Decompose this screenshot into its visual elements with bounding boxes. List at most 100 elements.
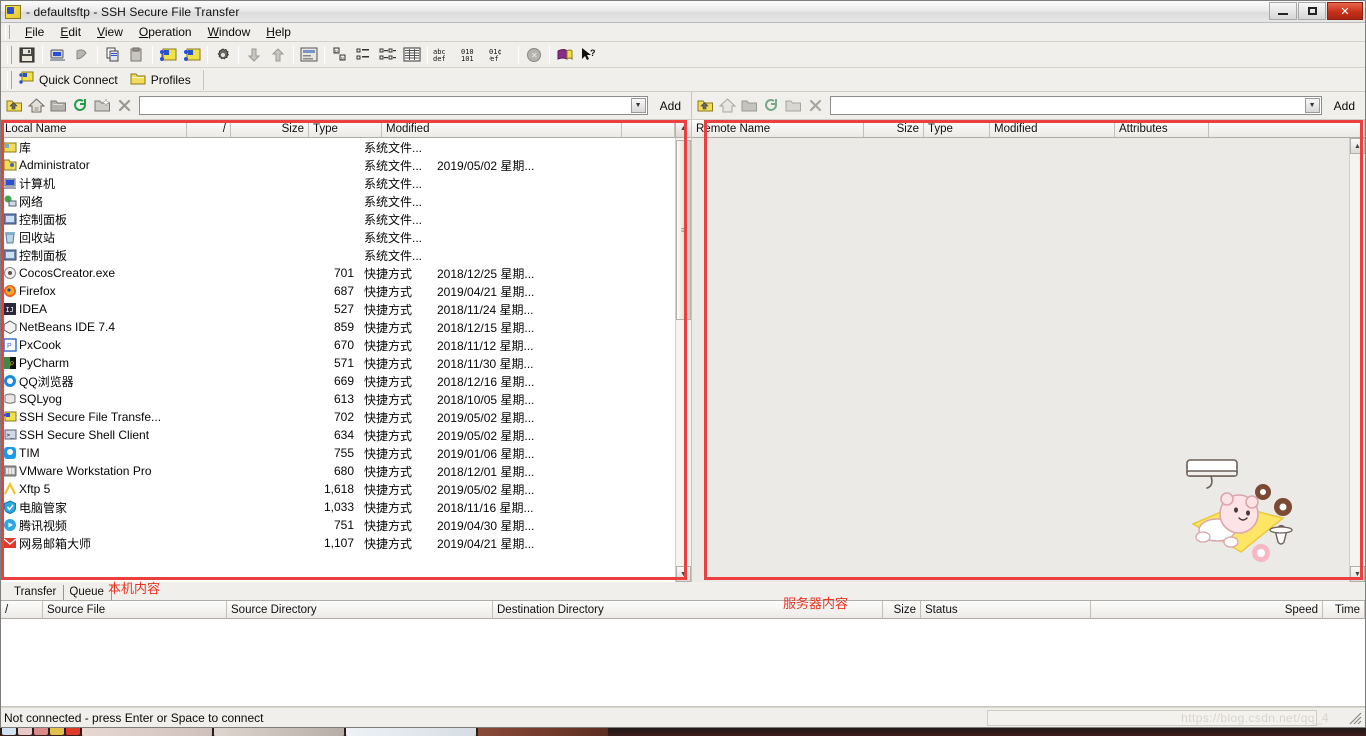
- help-book-icon[interactable]: [554, 44, 576, 65]
- transfer-list-body[interactable]: [1, 619, 1365, 707]
- restore-button[interactable]: [1298, 2, 1326, 20]
- detail-view-icon[interactable]: [401, 44, 423, 65]
- table-row[interactable]: 网络 系统文件...: [1, 192, 675, 210]
- column-header-time[interactable]: Time: [1323, 601, 1365, 618]
- home-folder-icon[interactable]: [716, 95, 738, 116]
- scrollbar-track[interactable]: [676, 138, 691, 566]
- menu-item-edit[interactable]: Edit: [52, 24, 89, 40]
- table-row[interactable]: 控制面板 系统文件...: [1, 246, 675, 264]
- column-header-remote-name[interactable]: Remote Name: [692, 120, 864, 137]
- remote-vertical-scrollbar[interactable]: ▲ ▼: [1349, 138, 1365, 582]
- column-sort-indicator[interactable]: /: [187, 120, 231, 137]
- table-row[interactable]: QQ浏览器 669 快捷方式 2018/12/16 星期...: [1, 372, 675, 390]
- column-header-index[interactable]: /: [1, 601, 43, 618]
- local-path-combo[interactable]: ▼: [139, 96, 648, 115]
- table-row[interactable]: >_ SSH Secure Shell Client 634 快捷方式 2019/05/…: [1, 426, 675, 444]
- column-header-speed[interactable]: Speed: [1091, 601, 1323, 618]
- chevron-down-icon[interactable]: ▼: [1304, 98, 1320, 113]
- new-folder-icon[interactable]: [782, 95, 804, 116]
- menu-item-file[interactable]: File: [17, 24, 52, 40]
- column-header-modified[interactable]: Modified: [382, 120, 622, 137]
- toolbar-grip[interactable]: [7, 45, 12, 64]
- table-row[interactable]: 回收站 系统文件...: [1, 228, 675, 246]
- table-row[interactable]: Administrator 系统文件... 2019/05/02 星期...: [1, 156, 675, 174]
- table-row[interactable]: SSH Secure File Transfe... 702 快捷方式 2019/05…: [1, 408, 675, 426]
- table-row[interactable]: NetBeans IDE 7.4 859 快捷方式 2018/12/15 星期...: [1, 318, 675, 336]
- new-terminal-window-icon[interactable]: [181, 44, 203, 65]
- delete-icon[interactable]: [113, 95, 135, 116]
- remote-file-list[interactable]: ▲ ▼: [692, 138, 1365, 582]
- menu-item-window[interactable]: Window: [200, 24, 259, 40]
- connectbar-grip[interactable]: [7, 70, 12, 89]
- context-help-icon[interactable]: ?: [578, 44, 600, 65]
- show-toolbar-icon[interactable]: [298, 44, 320, 65]
- paste-icon[interactable]: [126, 44, 148, 65]
- menu-item-help[interactable]: Help: [258, 24, 299, 40]
- large-icons-icon[interactable]: DD: [329, 44, 351, 65]
- table-row[interactable]: P PxCook 670 快捷方式 2018/11/12 星期...: [1, 336, 675, 354]
- up-one-level-icon[interactable]: [694, 95, 716, 116]
- save-icon[interactable]: [16, 44, 38, 65]
- delete-icon[interactable]: [804, 95, 826, 116]
- table-row[interactable]: IJ IDEA 527 快捷方式 2018/11/24 星期...: [1, 300, 675, 318]
- small-icons-icon[interactable]: [353, 44, 375, 65]
- chevron-down-icon[interactable]: ▼: [630, 98, 646, 113]
- remote-add-button[interactable]: Add: [1326, 99, 1363, 113]
- tab-queue[interactable]: Queue: [64, 585, 112, 600]
- column-header-type[interactable]: Type: [309, 120, 382, 137]
- resize-grip[interactable]: [1349, 712, 1363, 726]
- table-row[interactable]: 电脑管家 1,033 快捷方式 2018/11/16 星期...: [1, 498, 675, 516]
- column-header-attributes[interactable]: Attributes: [1115, 120, 1209, 137]
- show-folders-icon[interactable]: [47, 95, 69, 116]
- table-row[interactable]: 网易邮箱大师 1,107 快捷方式 2019/04/21 星期...: [1, 534, 675, 552]
- column-header-size[interactable]: Size: [231, 120, 309, 137]
- copy-icon[interactable]: [102, 44, 124, 65]
- table-row[interactable]: Firefox 687 快捷方式 2019/04/21 星期...: [1, 282, 675, 300]
- table-row[interactable]: 库 系统文件...: [1, 138, 675, 156]
- tab-transfer[interactable]: Transfer: [9, 585, 65, 600]
- refresh-icon[interactable]: [69, 95, 91, 116]
- menu-grip[interactable]: [5, 25, 10, 39]
- list-view-icon[interactable]: [377, 44, 399, 65]
- table-row[interactable]: Xftp 5 1,618 快捷方式 2019/05/02 星期...: [1, 480, 675, 498]
- scroll-up-arrow[interactable]: ▲: [675, 120, 691, 137]
- ascii-transfer-icon[interactable]: abc def: [432, 44, 458, 65]
- local-vertical-scrollbar[interactable]: ▼: [675, 138, 691, 582]
- gear-icon[interactable]: [212, 44, 234, 65]
- table-row[interactable]: CocosCreator.exe 701 快捷方式 2018/12/25 星期...: [1, 264, 675, 282]
- column-header-modified[interactable]: Modified: [990, 120, 1115, 137]
- title-bar[interactable]: - defaultsftp - SSH Secure File Transfer…: [1, 1, 1365, 23]
- stop-icon[interactable]: ✕: [523, 44, 545, 65]
- new-folder-icon[interactable]: [91, 95, 113, 116]
- refresh-icon[interactable]: [760, 95, 782, 116]
- column-header-status[interactable]: Status: [921, 601, 1091, 618]
- table-row[interactable]: 控制面板 系统文件...: [1, 210, 675, 228]
- table-row[interactable]: 计算机 系统文件...: [1, 174, 675, 192]
- column-header-size[interactable]: Size: [864, 120, 924, 137]
- column-header-source-directory[interactable]: Source Directory: [227, 601, 493, 618]
- connect-icon[interactable]: [47, 44, 69, 65]
- table-row[interactable]: SQLyog 613 快捷方式 2018/10/05 星期...: [1, 390, 675, 408]
- close-button[interactable]: ✕: [1327, 2, 1363, 20]
- column-header-type[interactable]: Type: [924, 120, 990, 137]
- scrollbar-track[interactable]: [1350, 154, 1365, 566]
- table-row[interactable]: 腾讯视频 751 快捷方式 2019/04/30 星期...: [1, 516, 675, 534]
- column-header-source-file[interactable]: Source File: [43, 601, 227, 618]
- menu-item-operation[interactable]: Operation: [131, 24, 200, 40]
- new-file-transfer-window-icon[interactable]: [157, 44, 179, 65]
- up-one-level-icon[interactable]: [3, 95, 25, 116]
- home-folder-icon[interactable]: [25, 95, 47, 116]
- table-row[interactable]: VMware Workstation Pro 680 快捷方式 2018/12/01 …: [1, 462, 675, 480]
- scroll-down-arrow[interactable]: ▼: [1350, 566, 1365, 582]
- auto-transfer-icon[interactable]: 01¢ ⁄ef: [488, 44, 514, 65]
- download-icon[interactable]: [243, 44, 265, 65]
- minimize-button[interactable]: [1269, 2, 1297, 20]
- scrollbar-thumb[interactable]: [676, 140, 691, 320]
- quick-connect-button[interactable]: Quick Connect: [15, 69, 126, 90]
- show-folders-icon[interactable]: [738, 95, 760, 116]
- menu-item-view[interactable]: View: [89, 24, 131, 40]
- disconnect-icon[interactable]: [71, 44, 93, 65]
- scroll-up-arrow[interactable]: ▲: [1350, 138, 1365, 154]
- upload-icon[interactable]: [267, 44, 289, 65]
- column-header-size[interactable]: Size: [883, 601, 921, 618]
